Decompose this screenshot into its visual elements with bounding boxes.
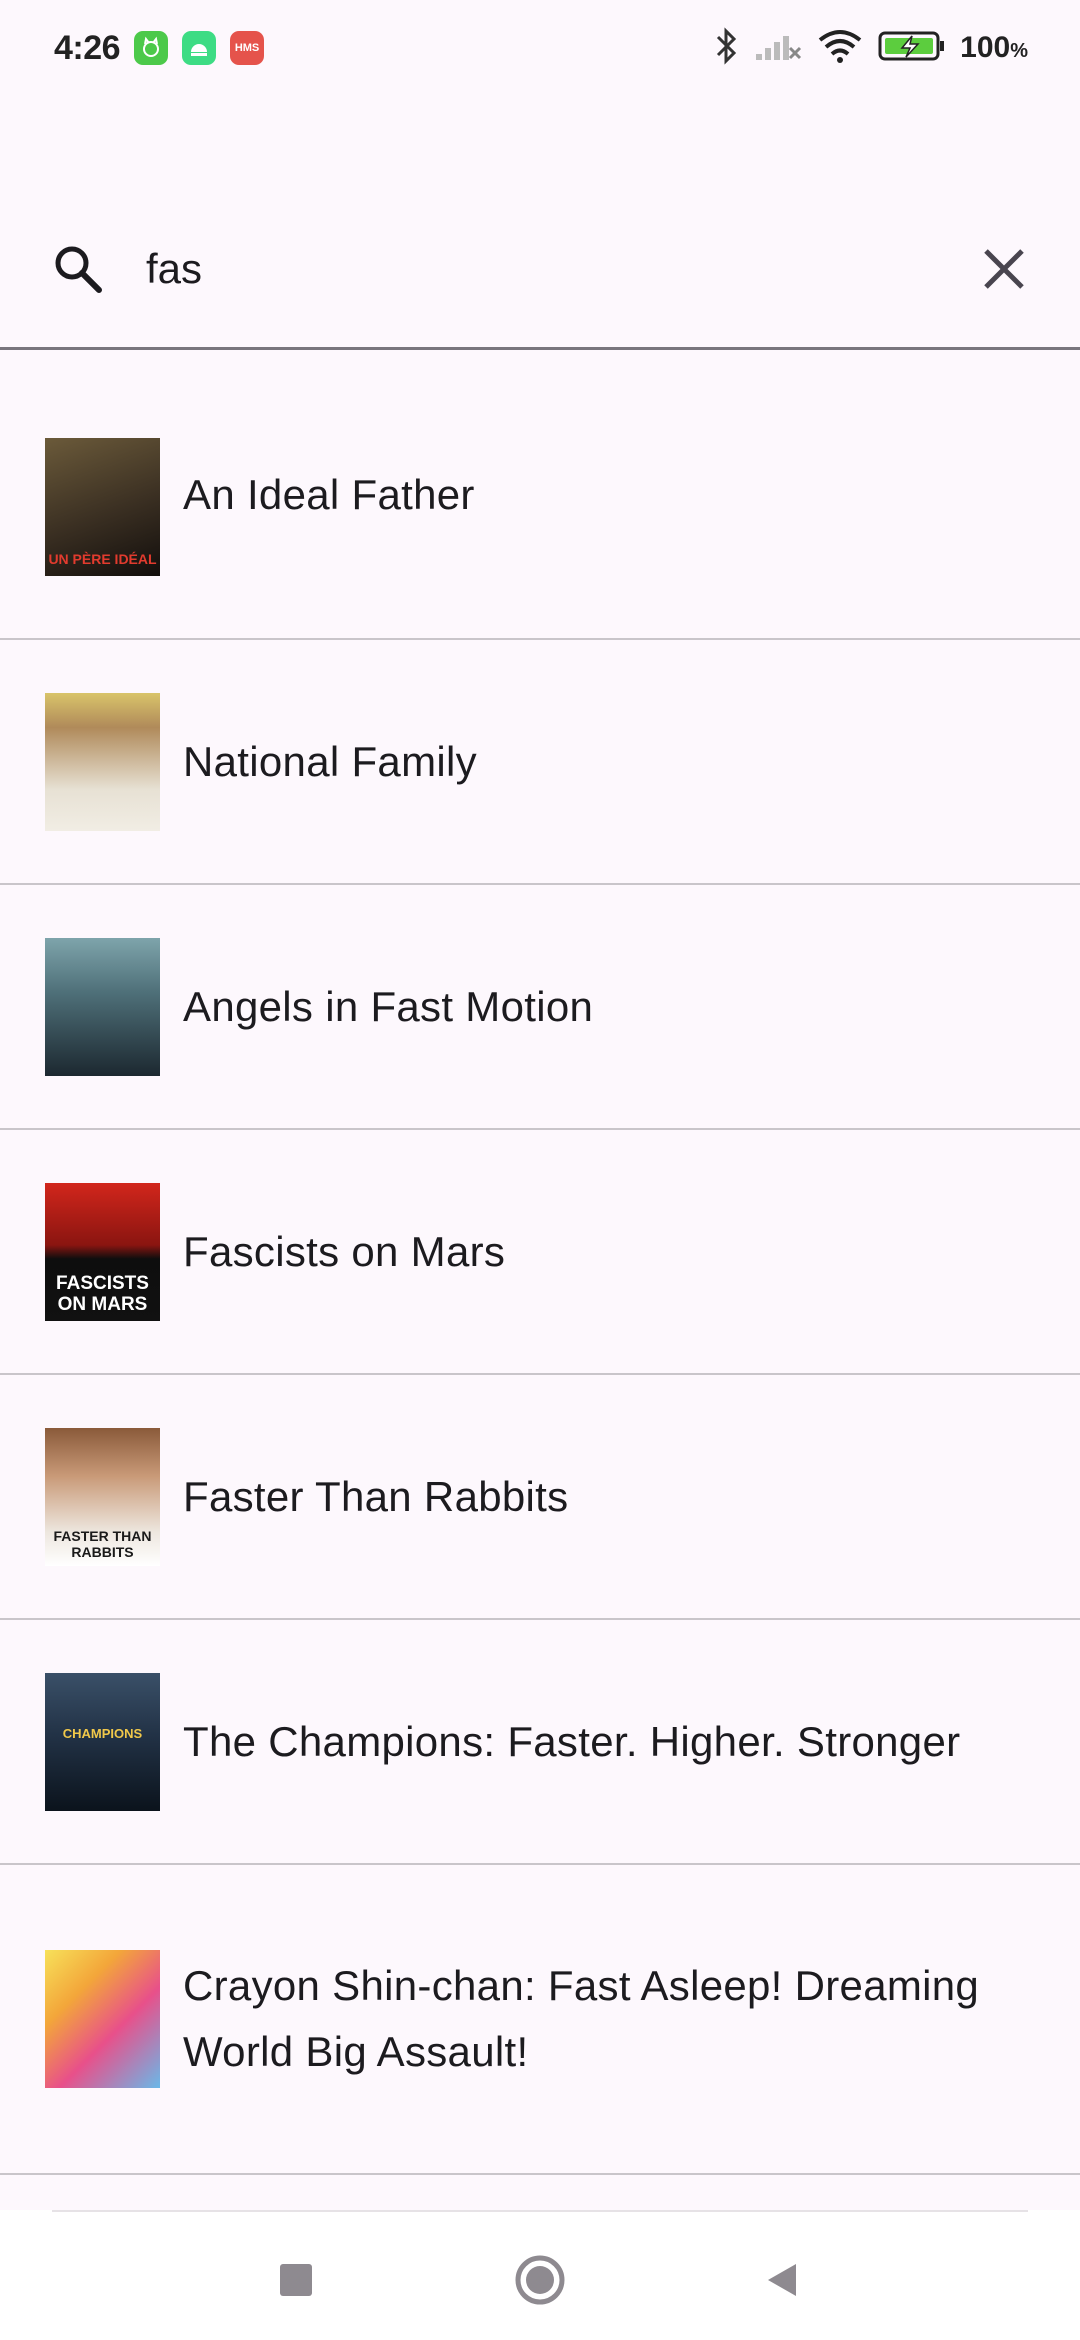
search-input[interactable] (146, 244, 972, 293)
movie-poster (45, 1950, 160, 2088)
android-icon (182, 31, 217, 65)
close-icon[interactable] (972, 237, 1036, 301)
movie-title: National Family (183, 737, 477, 785)
list-item[interactable]: UN PÈRE IDÉAL An Ideal Father (0, 353, 1080, 640)
movie-title: An Ideal Father (183, 470, 475, 518)
movie-poster: CHAMPIONS (45, 1672, 160, 1811)
movie-title: Fascists on Mars (183, 1227, 506, 1275)
bluetooth-icon (714, 26, 740, 70)
clock: 4:26 (54, 28, 121, 67)
list-item[interactable]: FASCISTS ON MARS Fascists on Mars (0, 1130, 1080, 1375)
movie-title: The Champions: Faster. Higher. Stronger (183, 1717, 961, 1765)
status-right: 100% (714, 26, 1028, 70)
list-item[interactable]: Angels in Fast Motion (0, 885, 1080, 1130)
movie-poster: FASTER THAN RABBITS (45, 1427, 160, 1566)
movie-poster: UN PÈRE IDÉAL (45, 438, 160, 576)
cat-app-icon (134, 31, 169, 65)
movie-poster (45, 692, 160, 831)
battery-percent: 100% (960, 31, 1028, 64)
cellular-signal-icon (754, 30, 802, 67)
search-bar (0, 190, 1080, 350)
back-button[interactable] (752, 2250, 812, 2310)
movie-poster: FASCISTS ON MARS (45, 1182, 160, 1321)
battery-charging-icon (878, 30, 946, 67)
list-item[interactable]: FASTER THAN RABBITS Faster Than Rabbits (0, 1375, 1080, 1620)
movie-title: Crayon Shin-chan: Fast Asleep! Dreaming … (183, 1962, 980, 2075)
movie-title: Angels in Fast Motion (183, 982, 594, 1030)
hms-icon: HMS (230, 31, 265, 65)
navigation-bar (0, 2210, 1080, 2340)
home-button[interactable] (510, 2250, 570, 2310)
recent-apps-button[interactable] (266, 2250, 326, 2310)
list-item[interactable]: CHAMPIONS The Champions: Faster. Higher.… (0, 1620, 1080, 1865)
list-item[interactable]: National Family (0, 640, 1080, 885)
search-icon[interactable] (50, 241, 106, 297)
movie-title: Faster Than Rabbits (183, 1472, 569, 1520)
list-item[interactable]: Crayon Shin-chan: Fast Asleep! Dreaming … (0, 1865, 1080, 2175)
status-left: 4:26 HMS (54, 28, 265, 68)
nav-divider (52, 2210, 1028, 2212)
search-results-list: UN PÈRE IDÉAL An Ideal Father National F… (0, 353, 1080, 2175)
status-bar: 4:26 HMS 100% (0, 0, 1080, 96)
movie-poster (45, 937, 160, 1076)
wifi-icon (816, 28, 864, 69)
